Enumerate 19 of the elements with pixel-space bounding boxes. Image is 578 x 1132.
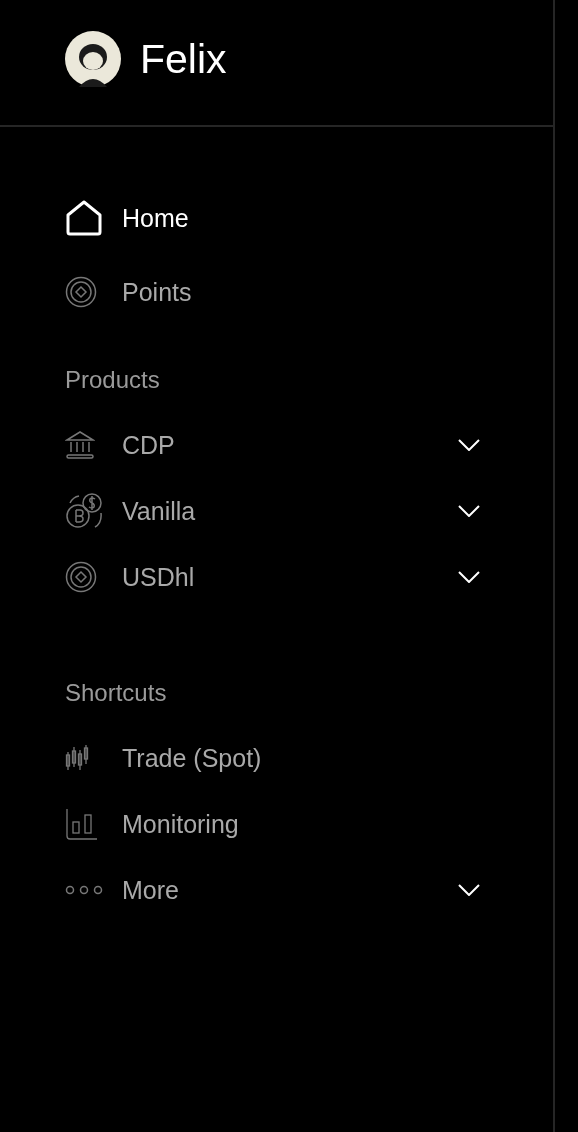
nav-item[interactable]: Home <box>65 181 480 255</box>
logo-icon <box>65 31 121 87</box>
nav-item[interactable]: More <box>65 857 480 923</box>
bar-chart-icon <box>65 808 97 840</box>
bank-icon <box>65 430 95 460</box>
nav-item[interactable]: CDP <box>65 412 480 478</box>
section-heading: Shortcuts <box>65 678 168 708</box>
app-title: Felix <box>140 35 227 83</box>
target-icon <box>65 561 97 593</box>
nav-item[interactable]: Trade (Spot) <box>65 725 480 791</box>
nav-item[interactable]: Points <box>65 255 480 329</box>
nav-item[interactable]: Monitoring <box>65 791 480 857</box>
nav-item[interactable]: USDhl <box>65 544 480 610</box>
target-icon <box>65 276 97 308</box>
nav-item[interactable]: Vanilla <box>65 478 480 544</box>
dots-icon <box>65 885 103 895</box>
section-heading: Products <box>65 365 161 395</box>
home-icon <box>65 199 103 237</box>
coins-icon <box>65 491 105 531</box>
